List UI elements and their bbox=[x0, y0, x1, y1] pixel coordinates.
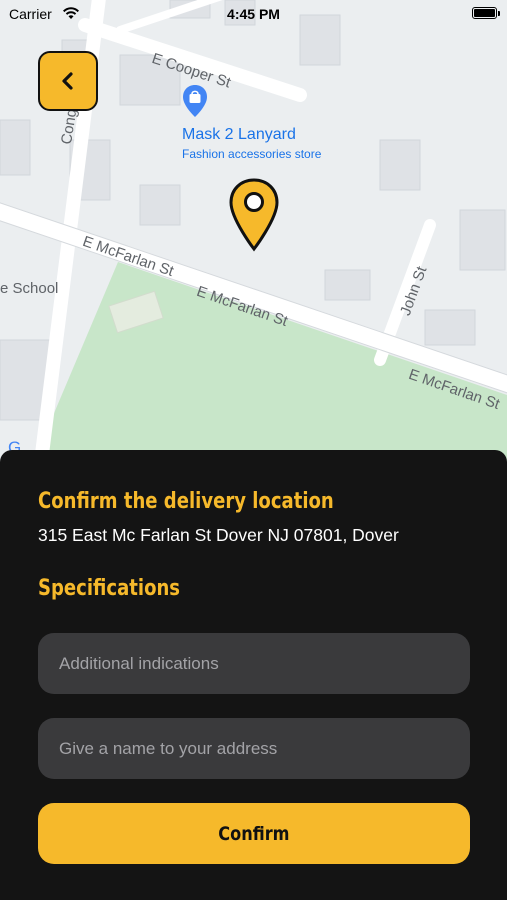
battery-nub bbox=[498, 11, 500, 16]
delivery-address: 315 East Mc Farlan St Dover NJ 07801, Do… bbox=[38, 525, 399, 545]
confirm-button[interactable]: Confirm bbox=[38, 803, 470, 864]
status-time: 4:45 PM bbox=[227, 6, 280, 22]
address-name-input[interactable] bbox=[38, 718, 470, 779]
school-label: e School bbox=[0, 280, 59, 297]
battery-icon bbox=[472, 7, 497, 19]
confirm-button-label: Confirm bbox=[218, 822, 290, 845]
additional-indications-input[interactable] bbox=[38, 633, 470, 694]
status-bar: Carrier 4:45 PM bbox=[0, 0, 507, 28]
sheet-title: Confirm the delivery location bbox=[38, 489, 334, 514]
bottom-sheet: Confirm the delivery location 315 East M… bbox=[0, 450, 507, 900]
poi-title[interactable]: Mask 2 Lanyard bbox=[182, 126, 296, 144]
chevron-left-icon bbox=[62, 72, 73, 90]
poi-subtitle: Fashion accessories store bbox=[182, 147, 322, 161]
specifications-title: Specifications bbox=[38, 576, 181, 601]
back-button[interactable] bbox=[38, 51, 98, 111]
